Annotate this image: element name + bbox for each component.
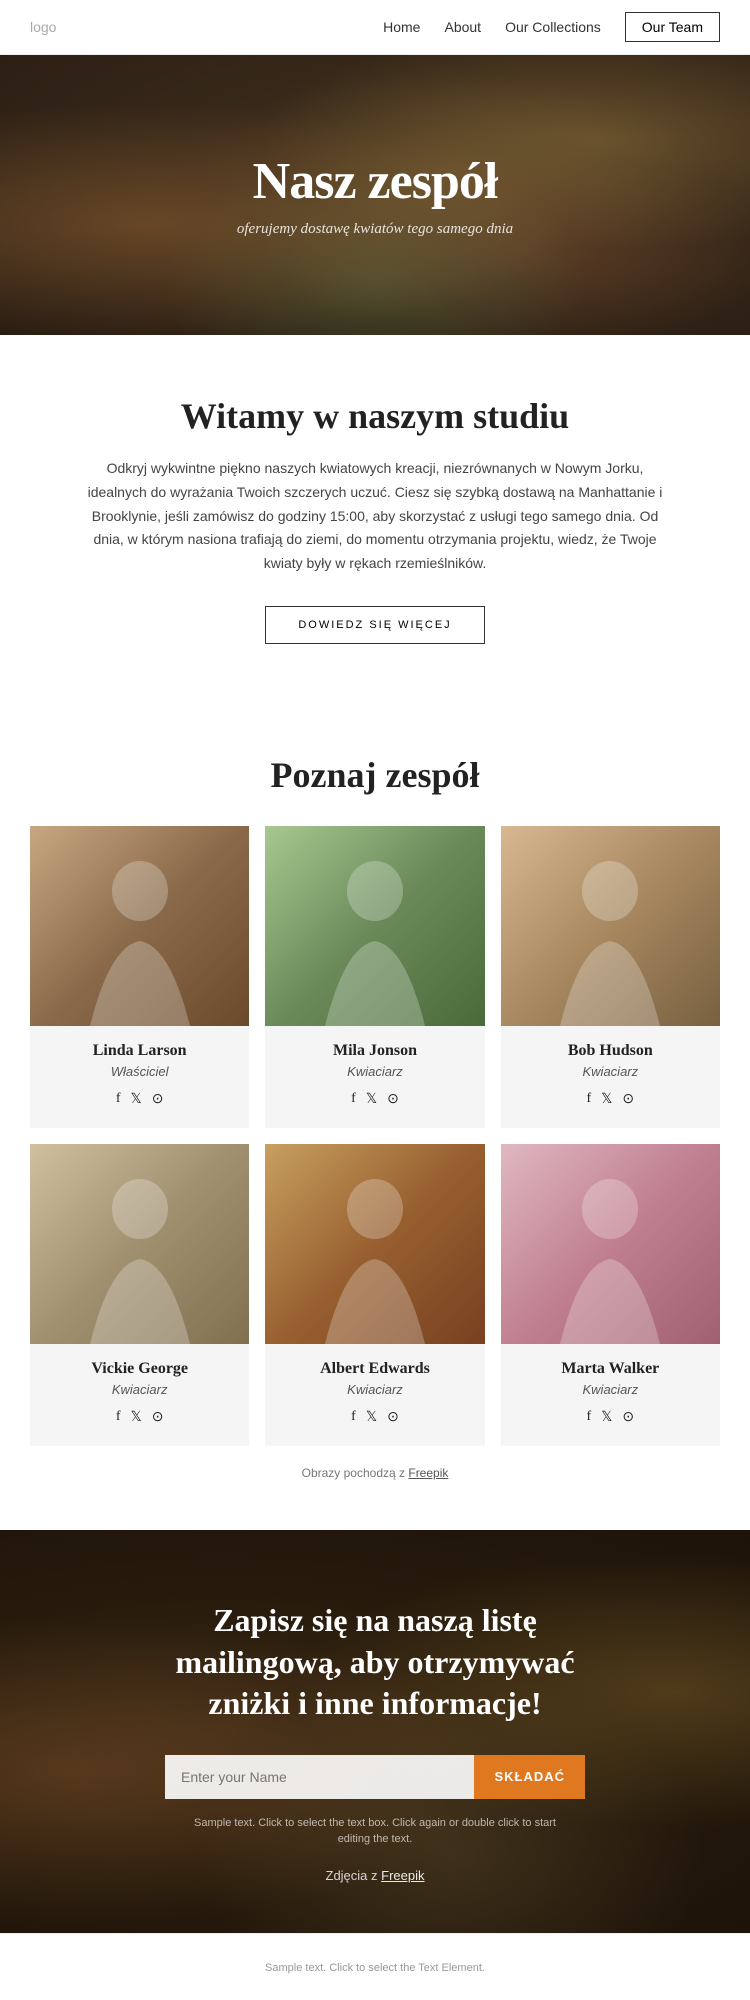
freepik-link[interactable]: Freepik bbox=[408, 1466, 448, 1480]
instagram-icon[interactable]: ⊙ bbox=[622, 1409, 634, 1426]
newsletter-section: Zapisz się na naszą listę mailingową, ab… bbox=[0, 1530, 750, 1933]
facebook-icon[interactable]: f bbox=[116, 1409, 121, 1425]
team-heading: Poznaj zespół bbox=[30, 754, 720, 796]
team-info: Vickie George Kwiaciarz f 𝕏 ⊙ bbox=[30, 1344, 249, 1446]
newsletter-form: SKŁADAĆ bbox=[165, 1755, 585, 1799]
hero-title: Nasz zespół bbox=[237, 152, 513, 211]
navbar: logo Home About Our Collections Our Team bbox=[0, 0, 750, 55]
twitter-icon[interactable]: 𝕏 bbox=[130, 1091, 141, 1108]
newsletter-note: Sample text. Click to select the text bo… bbox=[185, 1815, 565, 1848]
team-photo bbox=[30, 826, 249, 1026]
team-name: Marta Walker bbox=[511, 1360, 710, 1378]
hero-content: Nasz zespół oferujemy dostawę kwiatów te… bbox=[237, 152, 513, 238]
team-role: Kwiaciarz bbox=[511, 1064, 710, 1079]
hero-subtitle: oferujemy dostawę kwiatów tego samego dn… bbox=[237, 221, 513, 238]
twitter-icon[interactable]: 𝕏 bbox=[601, 1409, 612, 1426]
team-card: Bob Hudson Kwiaciarz f 𝕏 ⊙ bbox=[501, 826, 720, 1128]
team-card: Mila Jonson Kwiaciarz f 𝕏 ⊙ bbox=[265, 826, 484, 1128]
logo: logo bbox=[30, 19, 56, 35]
nav-cta-button[interactable]: Our Team bbox=[625, 12, 720, 42]
nav-links: Home About Our Collections Our Team bbox=[383, 12, 720, 42]
instagram-icon[interactable]: ⊙ bbox=[152, 1091, 164, 1108]
team-name: Mila Jonson bbox=[275, 1042, 474, 1060]
team-photo bbox=[265, 1144, 484, 1344]
team-info: Marta Walker Kwiaciarz f 𝕏 ⊙ bbox=[501, 1344, 720, 1446]
team-card: Vickie George Kwiaciarz f 𝕏 ⊙ bbox=[30, 1144, 249, 1446]
nav-about[interactable]: About bbox=[444, 19, 481, 35]
team-photo bbox=[501, 826, 720, 1026]
welcome-heading: Witamy w naszym studiu bbox=[80, 395, 670, 437]
team-social: f 𝕏 ⊙ bbox=[275, 1409, 474, 1426]
team-photo bbox=[30, 1144, 249, 1344]
team-name: Albert Edwards bbox=[275, 1360, 474, 1378]
twitter-icon[interactable]: 𝕏 bbox=[366, 1409, 377, 1426]
newsletter-freepik-link[interactable]: Freepik bbox=[381, 1868, 424, 1883]
newsletter-photo-credit: Zdjęcia z Freepik bbox=[60, 1868, 690, 1883]
team-photo bbox=[265, 826, 484, 1026]
facebook-icon[interactable]: f bbox=[351, 1409, 356, 1425]
team-section: Poznaj zespół Linda Larson Właściciel f … bbox=[0, 704, 750, 1500]
team-card: Linda Larson Właściciel f 𝕏 ⊙ bbox=[30, 826, 249, 1128]
footer: Sample text. Click to select the Text El… bbox=[0, 1933, 750, 2000]
welcome-section: Witamy w naszym studiu Odkryj wykwintne … bbox=[0, 335, 750, 704]
twitter-icon[interactable]: 𝕏 bbox=[601, 1091, 612, 1108]
team-name: Linda Larson bbox=[40, 1042, 239, 1060]
team-social: f 𝕏 ⊙ bbox=[40, 1091, 239, 1108]
team-social: f 𝕏 ⊙ bbox=[511, 1091, 710, 1108]
learn-more-button[interactable]: DOWIEDZ SIĘ WIĘCEJ bbox=[265, 606, 484, 644]
instagram-icon[interactable]: ⊙ bbox=[622, 1091, 634, 1108]
team-info: Mila Jonson Kwiaciarz f 𝕏 ⊙ bbox=[265, 1026, 484, 1128]
twitter-icon[interactable]: 𝕏 bbox=[366, 1091, 377, 1108]
team-grid: Linda Larson Właściciel f 𝕏 ⊙ Mila Jonso… bbox=[30, 826, 720, 1446]
team-role: Kwiaciarz bbox=[511, 1382, 710, 1397]
instagram-icon[interactable]: ⊙ bbox=[387, 1409, 399, 1426]
team-role: Kwiaciarz bbox=[275, 1382, 474, 1397]
facebook-icon[interactable]: f bbox=[351, 1091, 356, 1107]
team-info: Linda Larson Właściciel f 𝕏 ⊙ bbox=[30, 1026, 249, 1128]
instagram-icon[interactable]: ⊙ bbox=[387, 1091, 399, 1108]
team-info: Bob Hudson Kwiaciarz f 𝕏 ⊙ bbox=[501, 1026, 720, 1128]
facebook-icon[interactable]: f bbox=[116, 1091, 121, 1107]
facebook-icon[interactable]: f bbox=[586, 1091, 591, 1107]
welcome-body: Odkryj wykwintne piękno naszych kwiatowy… bbox=[85, 457, 665, 576]
nav-home[interactable]: Home bbox=[383, 19, 420, 35]
hero-section: Nasz zespół oferujemy dostawę kwiatów te… bbox=[0, 55, 750, 335]
team-role: Kwiaciarz bbox=[40, 1382, 239, 1397]
footer-note: Sample text. Click to select the Text El… bbox=[265, 1962, 485, 1974]
team-social: f 𝕏 ⊙ bbox=[275, 1091, 474, 1108]
team-name: Bob Hudson bbox=[511, 1042, 710, 1060]
team-social: f 𝕏 ⊙ bbox=[40, 1409, 239, 1426]
team-photo bbox=[501, 1144, 720, 1344]
nav-collections[interactable]: Our Collections bbox=[505, 19, 601, 35]
team-role: Kwiaciarz bbox=[275, 1064, 474, 1079]
newsletter-submit-button[interactable]: SKŁADAĆ bbox=[474, 1755, 585, 1799]
team-role: Właściciel bbox=[40, 1064, 239, 1079]
newsletter-heading: Zapisz się na naszą listę mailingową, ab… bbox=[175, 1600, 575, 1725]
freepik-note: Obrazy pochodzą z Freepik bbox=[30, 1466, 720, 1480]
team-info: Albert Edwards Kwiaciarz f 𝕏 ⊙ bbox=[265, 1344, 484, 1446]
newsletter-content: Zapisz się na naszą listę mailingową, ab… bbox=[60, 1600, 690, 1883]
team-name: Vickie George bbox=[40, 1360, 239, 1378]
team-card: Marta Walker Kwiaciarz f 𝕏 ⊙ bbox=[501, 1144, 720, 1446]
facebook-icon[interactable]: f bbox=[586, 1409, 591, 1425]
newsletter-name-input[interactable] bbox=[165, 1755, 474, 1799]
instagram-icon[interactable]: ⊙ bbox=[152, 1409, 164, 1426]
team-card: Albert Edwards Kwiaciarz f 𝕏 ⊙ bbox=[265, 1144, 484, 1446]
team-social: f 𝕏 ⊙ bbox=[511, 1409, 710, 1426]
twitter-icon[interactable]: 𝕏 bbox=[130, 1409, 141, 1426]
